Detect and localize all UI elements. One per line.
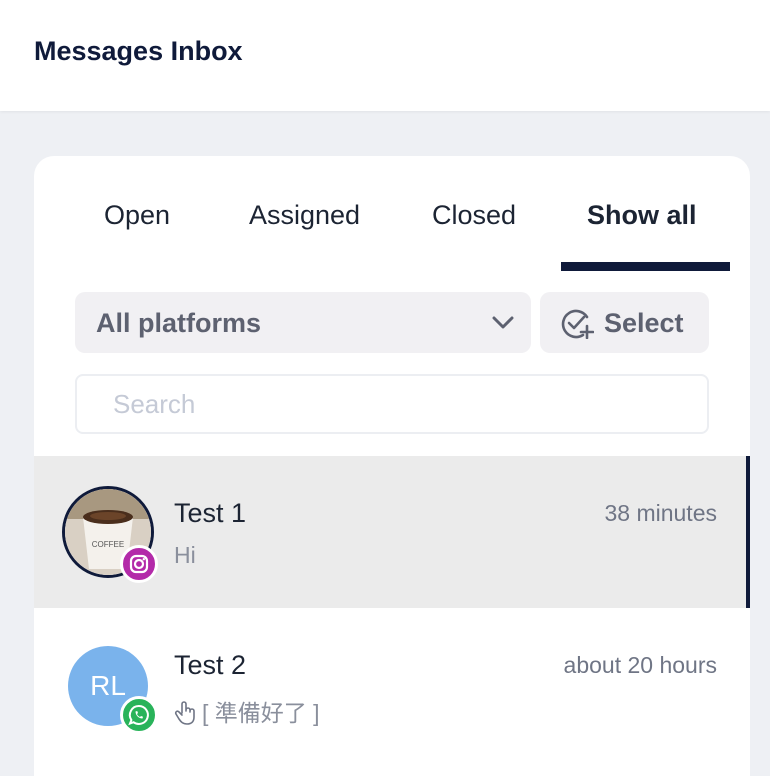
conversation-name: Test 2 xyxy=(174,650,247,680)
conversation-time: about 20 hours xyxy=(563,652,717,678)
tab-closed[interactable]: Closed xyxy=(432,200,516,231)
select-button[interactable]: Select xyxy=(540,292,709,353)
page-title: Messages Inbox xyxy=(34,36,243,66)
tab-show-all[interactable]: Show all xyxy=(587,200,697,231)
platform-dropdown-label: All platforms xyxy=(96,308,262,338)
active-tab-indicator xyxy=(561,262,730,271)
conversation-preview: [ 準備好了 ] xyxy=(202,700,320,726)
tab-assigned[interactable]: Assigned xyxy=(249,200,360,231)
whatsapp-icon xyxy=(120,696,158,734)
conversation-item[interactable]: COFFEE Test 1 38 minutes Hi xyxy=(34,456,750,608)
select-button-label: Select xyxy=(604,308,684,338)
instagram-icon xyxy=(120,545,158,583)
tab-open[interactable]: Open xyxy=(104,200,170,231)
top-bar: Messages Inbox xyxy=(0,0,770,111)
chevron-down-icon xyxy=(492,316,514,329)
conversation-preview-row: [ 準備好了 ] xyxy=(174,694,320,728)
inbox-panel: Open Assigned Closed Show all All platfo… xyxy=(34,156,750,776)
instagram-glyph xyxy=(129,554,149,574)
check-circle-add-icon xyxy=(561,309,594,339)
conversation-name: Test 1 xyxy=(174,498,247,528)
svg-text:COFFEE: COFFEE xyxy=(92,540,124,549)
whatsapp-glyph xyxy=(128,704,149,726)
platform-dropdown[interactable]: All platforms xyxy=(75,292,531,353)
conversation-item[interactable]: RL Test 2 about 20 hours [ 準備好了 ] xyxy=(34,608,750,760)
status-tabs: Open Assigned Closed Show all xyxy=(34,156,750,276)
hand-pointer-icon xyxy=(174,701,195,725)
search-input[interactable] xyxy=(75,374,709,434)
conversation-preview: Hi xyxy=(174,542,196,568)
conversation-time: 38 minutes xyxy=(604,500,717,526)
